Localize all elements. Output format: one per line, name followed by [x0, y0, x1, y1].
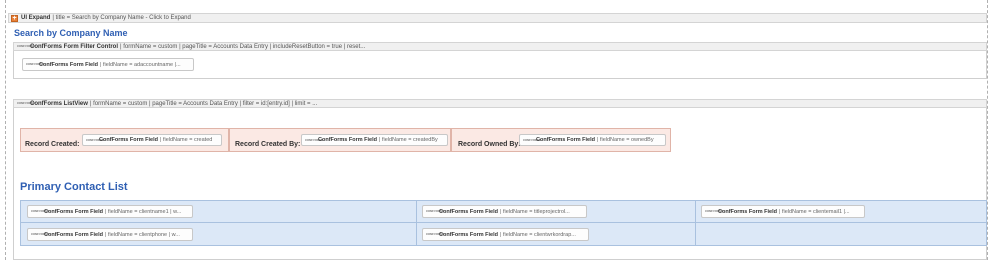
filter-control-params: | formName = custom | pageTitle = Accoun…	[120, 43, 366, 50]
listview-macro[interactable]: CONF FORMS ConfForms ListView | formName…	[13, 99, 987, 108]
field-name: ConfForms Form Field	[718, 208, 777, 215]
field-name: ConfForms Form Field	[44, 231, 103, 238]
field-name: ConfForms Form Field	[44, 208, 103, 215]
record-created-cell: Record Created: CONF FORMS ConfForms For…	[20, 128, 229, 152]
record-created-label: Record Created:	[25, 141, 80, 148]
field-params: | fieldName = titleprojectrol...	[499, 208, 570, 215]
confiforms-icon: CONF FORMS	[305, 137, 324, 142]
field-name: ConfForms Form Field	[99, 137, 158, 143]
field-params: | fieldName = created	[159, 137, 213, 143]
expand-plus-icon[interactable]: +	[11, 14, 18, 22]
record-created-by-cell: Record Created By: CONF FORMS ConfForms …	[229, 128, 451, 152]
clientphone-field[interactable]: CONF FORMS ConfForms Form Field | fieldN…	[27, 228, 193, 241]
record-owned-by-field[interactable]: CONF FORMS ConfForms Form Field | fieldN…	[519, 134, 666, 146]
confiforms-icon: CONF FORMS	[26, 62, 45, 66]
confiforms-icon: CONF FORMS	[31, 209, 50, 213]
ui-expand-params: | title = Search by Company Name - Click…	[52, 15, 191, 21]
right-guide-line	[987, 0, 988, 260]
filter-field-macro[interactable]: CONF FORMS ConfForms Form Field | fieldN…	[22, 58, 194, 71]
field-params: | fieldName = clientphone | w...	[104, 231, 180, 238]
field-name: ConfForms Form Field	[439, 208, 498, 215]
record-created-field[interactable]: CONF FORMS ConfForms Form Field | fieldN…	[82, 134, 222, 146]
field-name: ConfForms Form Field	[536, 137, 595, 143]
left-guide-line	[5, 0, 6, 260]
clientwrkordrap-field[interactable]: CONF FORMS ConfForms Form Field | fieldN…	[422, 228, 589, 241]
record-owned-by-cell: Record Owned By: CONF FORMS ConfForms Fo…	[451, 128, 671, 152]
confiforms-icon: CONF FORMS	[31, 232, 50, 236]
listview-params: | formName = custom | pageTitle = Accoun…	[89, 100, 318, 107]
ui-expand-macro[interactable]: + UI Expand | title = Search by Company …	[8, 13, 987, 23]
field-params: | fieldName = clientname1 | w...	[104, 208, 182, 215]
filter-control-macro[interactable]: CONF FORMS ConfForms Form Filter Control…	[13, 42, 987, 51]
confiforms-icon: CONF FORMS	[426, 232, 445, 236]
record-owned-by-label: Record Owned By:	[458, 141, 521, 148]
record-created-by-label: Record Created By:	[235, 141, 301, 148]
filter-control-name: ConfForms Form Filter Control	[30, 43, 118, 50]
field-name: ConfForms Form Field	[318, 137, 377, 143]
confiforms-icon: CONF FORMS	[426, 209, 445, 213]
confiforms-icon: CONF FORMS	[17, 44, 36, 48]
primary-contact-heading: Primary Contact List	[20, 181, 128, 193]
filter-field-name: ConfForms Form Field	[39, 61, 98, 68]
filter-field-params: | fieldName = adaccountname |...	[99, 61, 181, 68]
confiforms-icon: CONF FORMS	[523, 137, 542, 142]
confiforms-icon: CONF FORMS	[705, 209, 724, 213]
field-name: ConfForms Form Field	[439, 231, 498, 238]
field-params: | fieldName = clientemail1 |...	[778, 208, 850, 215]
field-params: | fieldName = createdBy	[378, 137, 438, 143]
field-params: | fieldName = clientwrkordrap...	[499, 231, 576, 238]
ui-expand-name: UI Expand	[21, 15, 51, 21]
clientemail-field[interactable]: CONF FORMS ConfForms Form Field | fieldN…	[701, 205, 865, 218]
listview-name: ConfForms ListView	[30, 100, 88, 107]
confiforms-icon: CONF FORMS	[86, 137, 105, 142]
field-params: | fieldName = ownedBy	[596, 137, 654, 143]
table-cell	[695, 222, 987, 246]
clientname-field[interactable]: CONF FORMS ConfForms Form Field | fieldN…	[27, 205, 193, 218]
record-created-by-field[interactable]: CONF FORMS ConfForms Form Field | fieldN…	[301, 134, 448, 146]
titleprojectrole-field[interactable]: CONF FORMS ConfForms Form Field | fieldN…	[422, 205, 587, 218]
confiforms-icon: CONF FORMS	[17, 101, 36, 105]
search-heading: Search by Company Name	[14, 28, 128, 38]
